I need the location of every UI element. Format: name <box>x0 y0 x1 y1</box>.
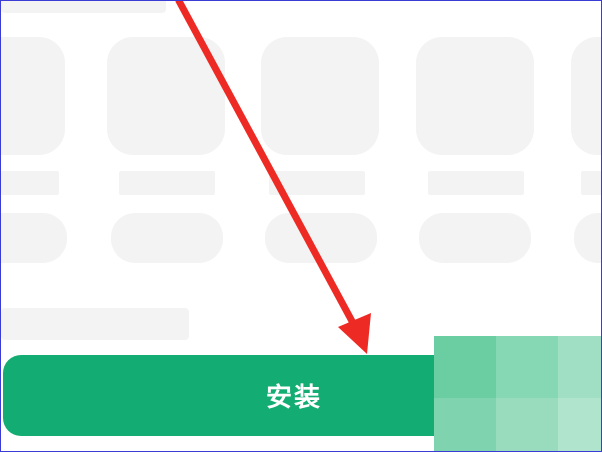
app-screen: 安装 <box>0 0 602 452</box>
arrow-shaft <box>175 1 357 327</box>
red-arrow-annotation-icon <box>175 1 371 354</box>
